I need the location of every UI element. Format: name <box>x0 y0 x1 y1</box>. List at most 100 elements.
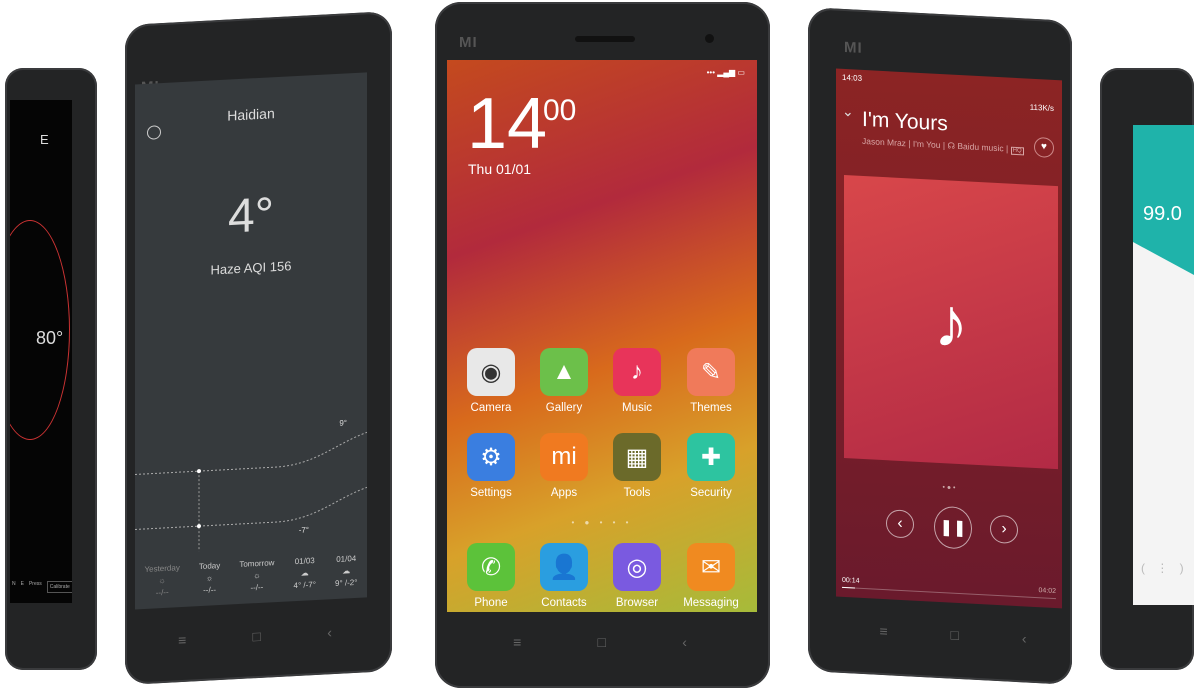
progress-fill <box>842 586 855 589</box>
low-temp-label: -7° <box>298 525 309 535</box>
app-browser[interactable]: ◎ Browser <box>607 543 667 609</box>
radio-phone: 99.0 ( ⋮ ) <box>1100 68 1194 670</box>
artist: Jason Mraz <box>862 135 906 149</box>
menu-icon[interactable]: ≡ <box>513 634 521 650</box>
calibrate-button[interactable]: Calibrate <box>46 581 72 593</box>
forecast-row: Yesterday ☼ --/-- Today ☼ --/-- Tomorrow ☼ --/… <box>135 553 367 601</box>
chevron-down-icon[interactable]: ⌄ <box>842 103 854 121</box>
contacts-icon: 👤 <box>540 543 588 591</box>
app-settings[interactable]: ⚙ Settings <box>461 433 521 499</box>
mi-icon: mi <box>540 433 588 481</box>
hq-badge: HQ <box>1010 146 1024 156</box>
nav-keys: ≡ □ ‹ <box>145 622 365 650</box>
back-icon[interactable]: ‹ <box>327 624 332 640</box>
forecast-today: Today ☼ --/-- <box>198 561 221 595</box>
song-meta: Jason Mraz | I'm You | ☊ Baidu music | H… <box>862 135 1024 156</box>
app-label: Themes <box>690 402 732 414</box>
earpiece <box>575 36 635 42</box>
home-icon[interactable]: □ <box>253 628 261 644</box>
forecast-day-4: 01/03 ☁ 4° /-7° <box>293 556 316 591</box>
browser-icon: ◎ <box>613 543 661 591</box>
gallery-icon: ▲ <box>540 348 588 396</box>
themes-icon: ✎ <box>687 348 735 396</box>
app-contacts[interactable]: 👤 Contacts <box>534 543 594 609</box>
sun-icon: ☼ <box>158 575 166 586</box>
folder-icon: ▦ <box>613 433 661 481</box>
app-music[interactable]: ♪ Music <box>607 348 667 414</box>
album: I'm You <box>912 138 941 151</box>
compass-screen: E 80° N E Press Calibrate <box>10 100 72 603</box>
app-camera[interactable]: ◉ Camera <box>461 348 521 414</box>
app-themes[interactable]: ✎ Themes <box>681 348 741 414</box>
back-icon[interactable]: ‹ <box>1022 630 1027 646</box>
app-label: Camera <box>470 402 512 414</box>
back-icon[interactable]: ‹ <box>682 634 687 650</box>
radio-frequency: 99.0 <box>1143 203 1182 225</box>
duration: 04:02 <box>1038 587 1056 596</box>
album-art: ♪ <box>844 174 1058 470</box>
heart-icon[interactable]: ♥ <box>1034 136 1054 158</box>
gear-icon: ⚙ <box>467 433 515 481</box>
music-icon: ♪ <box>613 348 661 396</box>
radio-header <box>1133 125 1194 275</box>
forecast-tomorrow: Tomorrow ☼ --/-- <box>239 558 275 593</box>
elapsed-time: 00:14 <box>842 576 860 585</box>
clock-minute: 00 <box>543 94 577 127</box>
high-temp-label: 9° <box>339 418 347 428</box>
weather-screen: Haidian 4° Haze AQI 156 9° -7° Yesterday… <box>135 72 367 610</box>
forecast-yesterday: Yesterday ☼ --/-- <box>144 563 180 598</box>
front-camera <box>705 34 714 43</box>
app-label: Messaging <box>683 597 739 609</box>
app-gallery[interactable]: ▲ Gallery <box>534 348 594 414</box>
home-icon[interactable]: □ <box>951 627 959 643</box>
home-icon[interactable]: □ <box>598 634 606 650</box>
music-screen: 14:03 113K/s ⌄ I'm Yours Jason Mraz | I'… <box>836 68 1062 609</box>
app-label: Browser <box>615 597 659 609</box>
app-label: Security <box>690 487 732 499</box>
mi-logo: MI <box>844 38 863 57</box>
cloud-icon: ☁ <box>342 566 351 576</box>
app-security[interactable]: ✚ Security <box>681 433 741 499</box>
music-phone: MI 14:03 113K/s ⌄ I'm Yours Jason Mraz |… <box>808 7 1072 685</box>
app-label: Phone <box>474 597 508 609</box>
radio-controls[interactable]: ( ⋮ ) <box>1141 561 1188 575</box>
phone-icon: ✆ <box>467 543 515 591</box>
app-label: Apps <box>550 487 578 499</box>
home-screen: ••• ▂▄▆ ▭ 14 00 Thu 01/01 ◉ Camera ▲ Galler… <box>447 60 757 612</box>
clock-hour: 14 <box>467 84 548 164</box>
menu-icon[interactable]: ≡ <box>879 623 887 639</box>
previous-button[interactable]: ‹ <box>886 509 914 539</box>
sun-icon: ☼ <box>205 573 214 583</box>
menu-icon[interactable]: ≡ <box>178 632 186 648</box>
city-name: Haidian <box>227 105 275 124</box>
date-label: Thu 01/01 <box>468 161 532 177</box>
compass-phone: E 80° N E Press Calibrate <box>5 68 97 670</box>
cloud-icon: ☁ <box>300 568 309 578</box>
music-note-icon: ♪ <box>933 282 969 362</box>
app-messaging[interactable]: ✉ Messaging <box>681 543 741 609</box>
app-label: Settings <box>470 487 512 499</box>
headphones-icon: ☊ <box>947 140 955 151</box>
page-indicator[interactable]: • ● • • • <box>447 518 757 527</box>
radio-screen: 99.0 ( ⋮ ) <box>1133 125 1194 605</box>
current-temperature: 4° <box>228 188 274 244</box>
shield-icon: ✚ <box>687 433 735 481</box>
weather-phone: MI Haidian 4° Haze AQI 156 9° -7° Yester… <box>125 11 392 685</box>
source: Baidu music <box>957 140 1004 154</box>
weather-condition: Haze AQI 156 <box>210 258 292 278</box>
app-apps[interactable]: mi Apps <box>534 433 594 499</box>
forecast-day-5: 01/04 ☁ 9° /-2° <box>335 553 358 588</box>
progress-bar[interactable] <box>842 586 1056 600</box>
nav-keys: ≡ □ ‹ <box>475 634 725 650</box>
next-button[interactable]: › <box>990 514 1018 545</box>
sun-icon: ☼ <box>253 570 261 581</box>
camera-icon: ◉ <box>467 348 515 396</box>
nav-keys: ≡ □ ‹ <box>848 621 1058 648</box>
pause-button[interactable]: ❚❚ <box>934 505 972 550</box>
message-icon: ✉ <box>687 543 735 591</box>
app-tools[interactable]: ▦ Tools <box>607 433 667 499</box>
page-indicator: • ● • <box>942 484 956 492</box>
app-phone[interactable]: ✆ Phone <box>461 543 521 609</box>
compass-footer: N E Press Calibrate <box>12 581 72 593</box>
network-speed: 113K/s <box>1029 102 1054 113</box>
